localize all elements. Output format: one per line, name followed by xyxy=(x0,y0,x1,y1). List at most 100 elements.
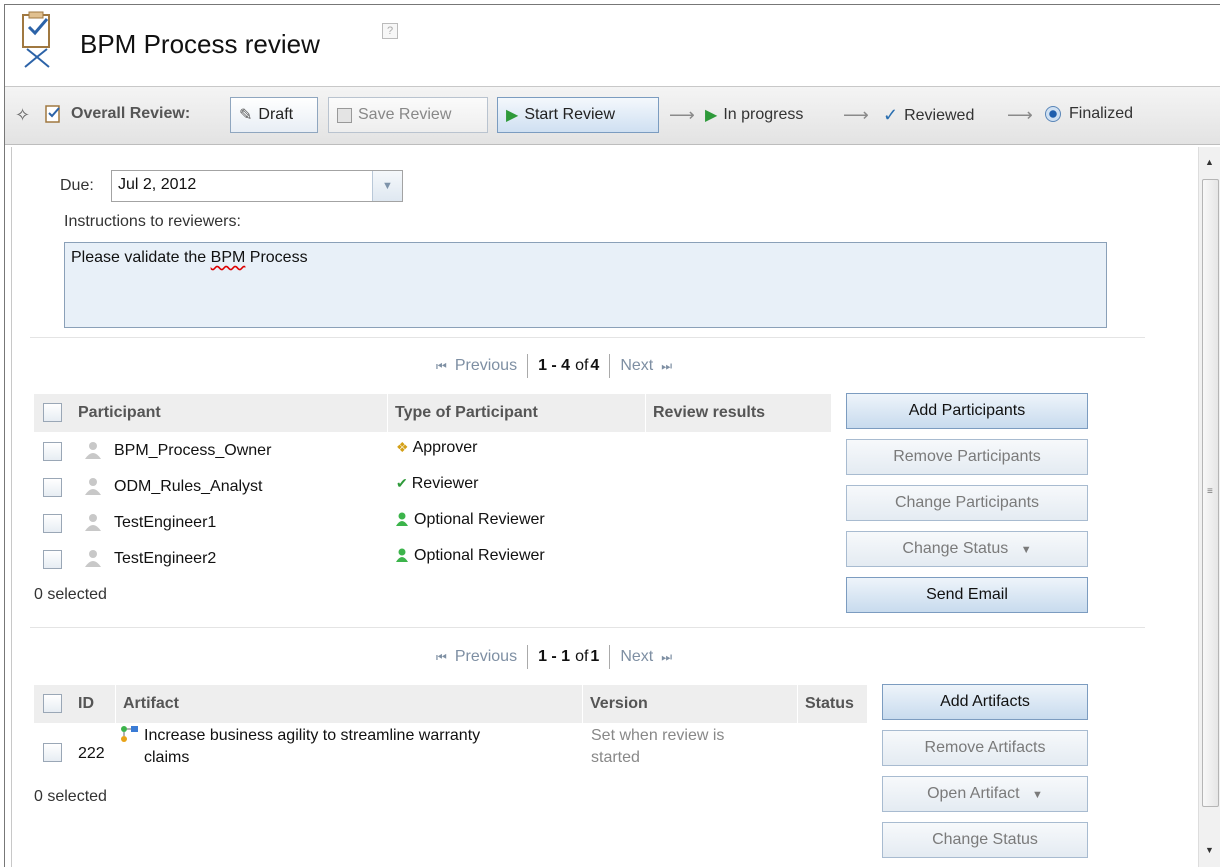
column-header[interactable]: Version xyxy=(584,685,798,723)
first-page-icon[interactable]: ⏮ xyxy=(436,359,447,374)
pencil-icon: ✎ xyxy=(239,107,253,124)
send-email-button[interactable]: Send Email xyxy=(846,577,1088,613)
participant-type-label: Optional Reviewer xyxy=(414,511,545,528)
start-review-label: Start Review xyxy=(524,106,616,123)
divider xyxy=(609,354,611,378)
artifact-name-link-line2[interactable]: claims xyxy=(144,749,189,767)
row-checkbox[interactable] xyxy=(43,550,62,569)
row-checkbox[interactable] xyxy=(43,478,62,497)
expand-icon[interactable]: ✧ xyxy=(15,105,30,126)
instructions-misspelled: BPM xyxy=(210,249,246,266)
remove-artifacts-button[interactable]: Remove Artifacts xyxy=(882,730,1088,766)
arrow-right-icon: ⟶ xyxy=(843,105,869,125)
column-header[interactable]: Type of Participant xyxy=(389,394,646,432)
process-icon xyxy=(121,726,138,742)
review-editor: BPM Process review ? ✧ Overall Review: ✎… xyxy=(4,4,1220,867)
user-icon xyxy=(85,442,101,459)
artifact-name-link[interactable]: Increase business agility to streamline … xyxy=(144,727,480,745)
step-reviewed: ✓ Reviewed xyxy=(883,105,974,126)
remove-participants-button[interactable]: Remove Participants xyxy=(846,439,1088,475)
column-header[interactable]: Participant xyxy=(72,394,388,432)
change-status-artifacts-button[interactable]: Change Status xyxy=(882,822,1088,858)
scroll-up-icon[interactable]: ▲ xyxy=(1205,157,1214,167)
reviewer-icon: ✔ xyxy=(396,475,408,491)
artifacts-selected-count: 0 selected xyxy=(34,788,107,805)
participant-type-label: Reviewer xyxy=(411,475,479,492)
chevron-down-icon: ▼ xyxy=(1032,789,1043,801)
scrollbar-thumb[interactable]: ≡ xyxy=(1202,179,1219,807)
participant-name-link[interactable]: ODM_Rules_Analyst xyxy=(114,478,263,496)
participant-type: ✔ Reviewer xyxy=(396,475,478,493)
column-header[interactable]: Status xyxy=(799,685,868,723)
open-artifact-label: Open Artifact xyxy=(927,785,1020,802)
scroll-down-icon[interactable]: ▼ xyxy=(1205,845,1214,855)
add-participants-button[interactable]: Add Participants xyxy=(846,393,1088,429)
start-review-button[interactable]: ▶ Start Review xyxy=(497,97,659,133)
save-review-label: Save Review xyxy=(358,106,452,123)
artifacts-pager: ⏮ Previous 1 - 1 of 1 Next ⏭ xyxy=(436,645,672,669)
optional-reviewer-icon xyxy=(396,512,408,526)
select-all-checkbox[interactable] xyxy=(43,403,62,422)
last-page-icon[interactable]: ⏭ xyxy=(661,650,672,665)
step-label: Reviewed xyxy=(904,106,975,124)
previous-link[interactable]: Previous xyxy=(455,648,517,666)
draft-button[interactable]: ✎ Draft xyxy=(230,97,318,133)
column-header[interactable]: ID xyxy=(72,685,116,723)
previous-link[interactable]: Previous xyxy=(455,357,517,375)
divider xyxy=(30,337,1145,338)
add-artifacts-button[interactable]: Add Artifacts xyxy=(882,684,1088,720)
participant-name-link[interactable]: TestEngineer1 xyxy=(114,514,216,532)
select-all-checkbox[interactable] xyxy=(43,694,62,713)
checkmark-icon: ✓ xyxy=(883,105,899,125)
column-header[interactable]: Artifact xyxy=(117,685,583,723)
due-date-value: Jul 2, 2012 xyxy=(118,176,197,193)
save-review-button[interactable]: Save Review xyxy=(328,97,488,133)
row-checkbox[interactable] xyxy=(43,514,62,533)
participant-type: ❖ Approver xyxy=(396,439,477,457)
last-page-icon[interactable]: ⏭ xyxy=(661,359,672,374)
next-link[interactable]: Next xyxy=(620,357,653,375)
row-checkbox[interactable] xyxy=(43,743,62,762)
chevron-down-icon: ▼ xyxy=(1020,544,1032,556)
due-date-input[interactable]: Jul 2, 2012 ▼ xyxy=(111,170,403,202)
participant-type-label: Optional Reviewer xyxy=(414,547,545,564)
save-icon xyxy=(337,107,352,123)
change-status-button[interactable]: Change Status ▼ xyxy=(846,531,1088,567)
user-icon xyxy=(85,478,101,495)
change-participants-button[interactable]: Change Participants xyxy=(846,485,1088,521)
review-document-icon xyxy=(22,11,50,68)
help-icon[interactable]: ? xyxy=(382,23,398,39)
divider xyxy=(527,354,529,378)
due-label: Due: xyxy=(60,177,94,194)
step-label: Finalized xyxy=(1069,105,1134,122)
review-content: Due: Jul 2, 2012 ▼ Instructions to revie… xyxy=(11,147,1197,867)
artifact-version-line2: started xyxy=(591,749,640,766)
participants-pager: ⏮ Previous 1 - 4 of 4 Next ⏭ xyxy=(436,354,672,378)
title-bar: BPM Process review ? xyxy=(5,5,1220,87)
column-header[interactable]: Review results xyxy=(647,394,832,432)
user-icon xyxy=(85,550,101,567)
row-checkbox[interactable] xyxy=(43,442,62,461)
step-finalized: Finalized xyxy=(1045,105,1133,123)
divider xyxy=(609,645,611,669)
page-title: BPM Process review xyxy=(80,29,320,59)
play-icon: ▶ xyxy=(705,107,718,124)
instructions-text: Please validate the xyxy=(71,249,211,266)
participant-name-link[interactable]: TestEngineer2 xyxy=(114,550,216,568)
artifact-id: 222 xyxy=(78,745,105,762)
page-of: of xyxy=(575,648,589,665)
open-artifact-button[interactable]: Open Artifact ▼ xyxy=(882,776,1088,812)
participant-name-link[interactable]: BPM_Process_Owner xyxy=(114,442,271,460)
approver-icon: ❖ xyxy=(396,439,409,455)
page-of: of xyxy=(575,357,589,374)
next-link[interactable]: Next xyxy=(620,648,653,666)
page-total: 1 xyxy=(590,648,600,665)
instructions-textarea[interactable]: Please validate the BPM Process xyxy=(64,242,1107,328)
vertical-scrollbar[interactable]: ▲ ≡ ▼ xyxy=(1198,147,1220,867)
chevron-down-icon[interactable]: ▼ xyxy=(372,171,402,201)
participants-table-header: Participant Type of Participant Review r… xyxy=(34,394,832,432)
divider xyxy=(527,645,529,669)
first-page-icon[interactable]: ⏮ xyxy=(436,650,447,665)
draft-label: Draft xyxy=(258,106,294,123)
arrow-right-icon: ⟶ xyxy=(669,105,695,125)
